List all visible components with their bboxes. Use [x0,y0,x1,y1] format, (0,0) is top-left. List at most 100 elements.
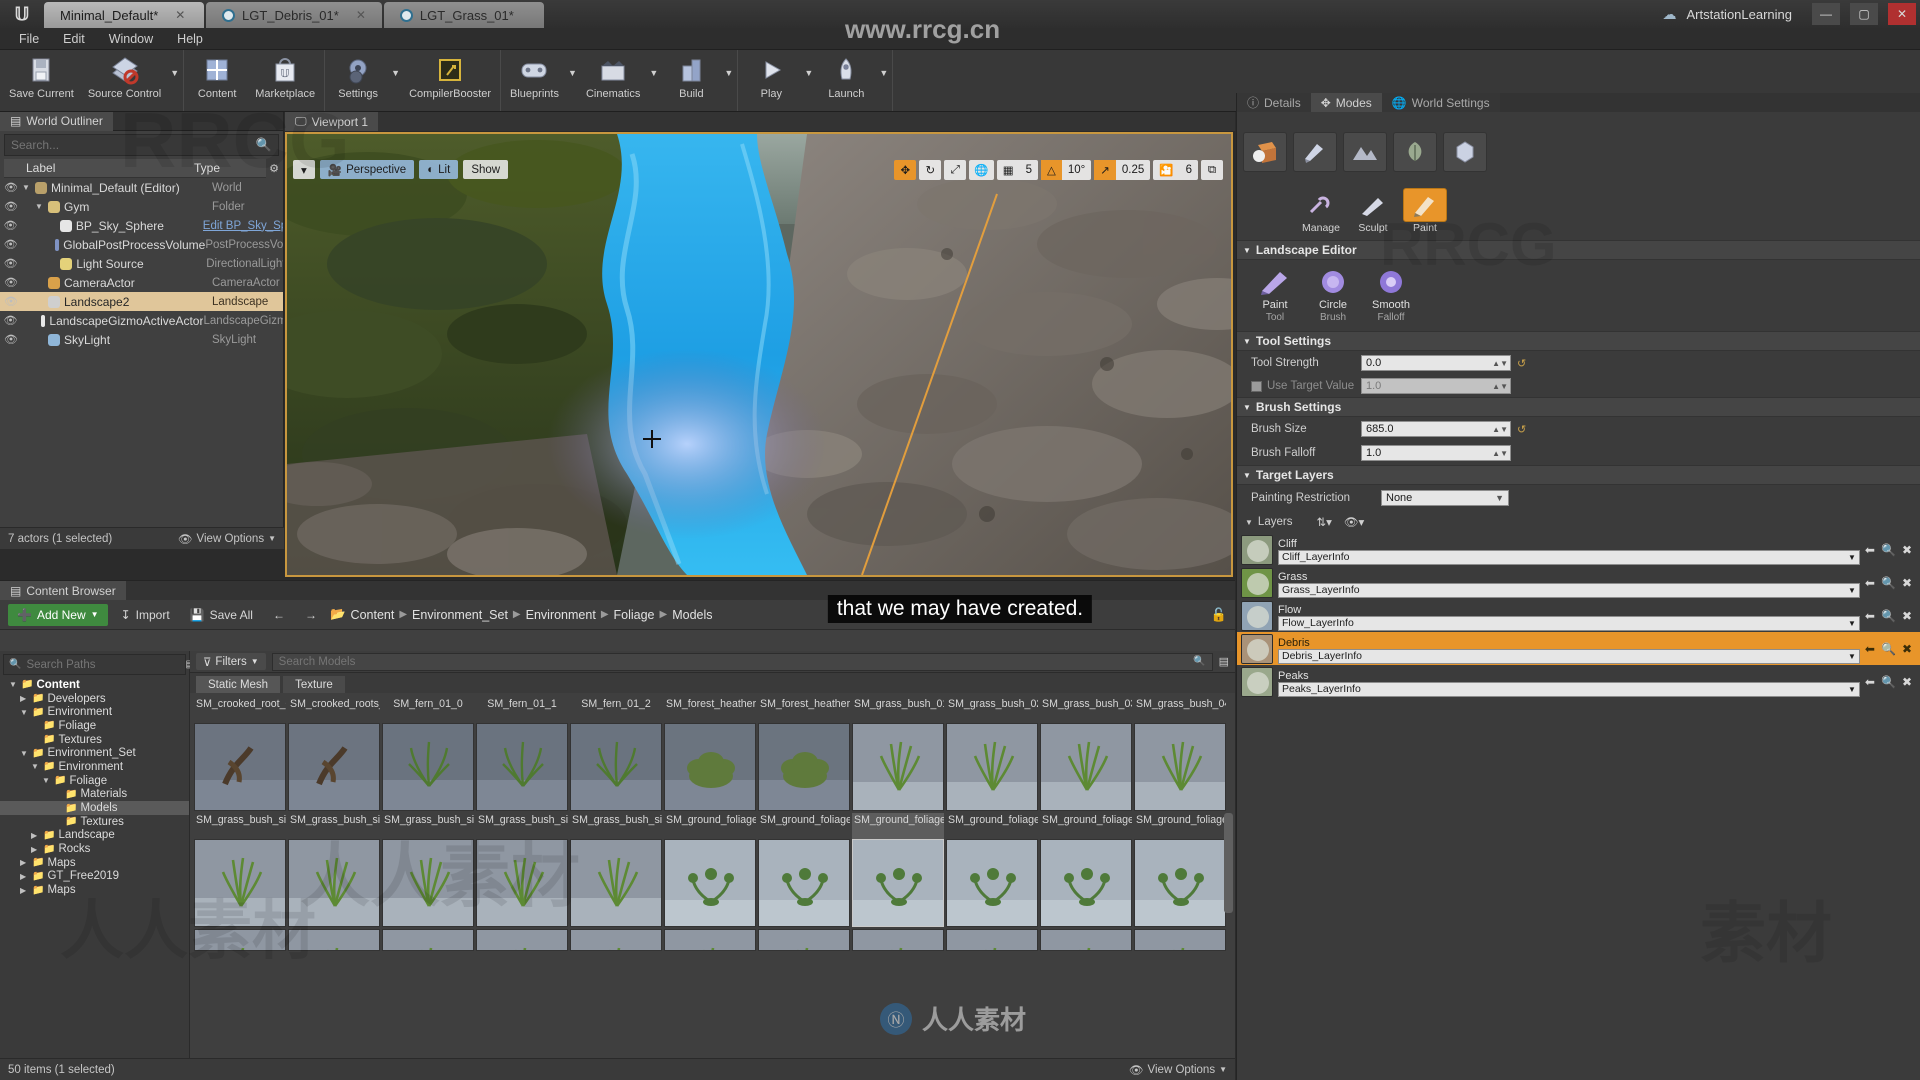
subtab-paint[interactable]: Paint [1401,188,1449,234]
tree-item-models[interactable]: 📁 Models [0,801,189,815]
visibility-eye-icon[interactable]: 👁 [0,314,21,327]
asset-tile[interactable] [288,929,380,951]
layer-thumbnail[interactable] [1241,600,1273,631]
tree-item-maps[interactable]: ▶ 📁 Maps [0,856,189,870]
asset-tile[interactable]: SM_grass_bush_simple_05 [570,813,662,927]
visibility-eye-icon[interactable]: 👁 [0,219,21,232]
outliner-settings-icon[interactable]: ⚙ [269,162,279,175]
asset-thumbnail[interactable] [288,839,380,927]
place-mode-icon[interactable] [1243,132,1287,172]
layer-delete-icon[interactable]: ✖ [1902,543,1912,557]
expander-icon[interactable]: ▼ [1245,518,1253,527]
asset-tile[interactable]: SM_grass_bush_04 [1134,697,1226,811]
tab-viewport-1[interactable]: 🖵 Viewport 1 [285,112,379,131]
asset-thumbnail[interactable] [852,839,944,927]
asset-thumbnail[interactable] [1040,839,1132,927]
asset-tile[interactable]: SM_crooked_root_05 [194,697,286,811]
asset-thumbnail[interactable] [194,723,286,811]
nav-back-button[interactable]: ← [266,604,292,626]
cinematics-button[interactable]: Cinematics [579,50,647,111]
asset-thumbnail[interactable] [946,839,1038,927]
tree-item-gt-free2019[interactable]: ▶ 📁 GT_Free2019 [0,870,189,884]
visibility-eye-icon[interactable]: 👁 [0,181,22,194]
outliner-row-bp-sky-sphere[interactable]: 👁 BP_Sky_Sphere Edit BP_Sky_Sp [0,216,283,235]
column-label[interactable]: Label [4,161,194,175]
reset-to-default-icon[interactable]: ↺ [1517,423,1526,436]
editor-tab-2[interactable]: LGT_Grass_01* [383,2,544,28]
transform-gizmo-icon[interactable]: ✥ [894,160,917,180]
angle-snap-value[interactable]: 10° [1062,160,1091,180]
outliner-row-skylight[interactable]: 👁 SkyLight SkyLight [0,330,283,349]
paths-search[interactable]: 🔍 ▤ [3,654,195,675]
layer-delete-icon[interactable]: ✖ [1902,609,1912,623]
settings-button[interactable]: Settings [327,50,389,111]
grid-snap-group[interactable]: ▦ 5 [996,160,1038,180]
spinner-icon[interactable]: ▲▼ [1492,359,1508,368]
grid-snap-value[interactable]: 5 [1020,160,1038,180]
chevron-down-icon[interactable]: ▼ [389,50,402,111]
visibility-eye-icon[interactable]: 👁 [0,238,21,251]
asset-tile[interactable] [570,929,662,951]
asset-thumbnail[interactable] [476,839,568,927]
menu-help[interactable]: Help [166,30,214,48]
asset-thumbnail[interactable] [946,929,1038,951]
asset-thumbnail[interactable] [852,723,944,811]
target-layer-peaks[interactable]: Peaks Peaks_LayerInfo ▼ ⬅ 🔍 ✖ [1237,665,1920,698]
breadcrumb-item-foliage[interactable]: Foliage [614,608,655,622]
layer-info-dropdown[interactable]: Peaks_LayerInfo ▼ [1278,681,1860,697]
target-layer-debris[interactable]: Debris Debris_LayerInfo ▼ ⬅ 🔍 ✖ [1237,632,1920,665]
camera-speed-icon[interactable]: 🎦 [1153,160,1179,180]
spinner-icon[interactable]: ▲▼ [1492,449,1508,458]
scale-snap-value[interactable]: 0.25 [1116,160,1150,180]
asset-thumbnail[interactable] [758,839,850,927]
paint-mode-icon[interactable] [1293,132,1337,172]
save-all-button[interactable]: 💾 Save All [183,604,260,626]
layer-info-dropdown[interactable]: Flow_LayerInfo ▼ [1278,615,1860,631]
chevron-down-icon[interactable]: ▼ [877,50,890,111]
viewport-canvas[interactable]: ▾ 🎥 Perspective ◐ Lit Show ✥ ↻ ⤢ 🌐 ▦ 5 △… [285,132,1233,577]
asset-tile[interactable] [946,929,1038,951]
outliner-row-type[interactable]: Edit BP_Sky_Sp [203,220,283,232]
close-button[interactable]: ✕ [1888,3,1916,25]
camera-speed-value[interactable]: 6 [1180,160,1198,180]
layer-delete-icon[interactable]: ✖ [1902,675,1912,689]
build-button[interactable]: Build [660,50,722,111]
lock-icon[interactable]: 🔓 [1211,607,1227,623]
tree-item-environment[interactable]: ▼ 📁 Environment [0,760,189,774]
asset-tile[interactable]: SM_grass_bush_03 [1040,697,1132,811]
chevron-down-icon[interactable]: ▼ [168,50,181,111]
tree-item-landscape[interactable]: ▶ 📁 Landscape [0,829,189,843]
outliner-row-light-source[interactable]: 👁 Light Source DirectionalLight [0,254,283,273]
expander-icon[interactable]: ▼ [42,776,51,785]
editor-tab-0[interactable]: Minimal_Default* ✕ [44,2,204,28]
asset-thumbnail[interactable] [382,929,474,951]
column-type[interactable]: Type [194,161,220,175]
asset-thumbnail[interactable] [1040,929,1132,951]
layer-info-dropdown[interactable]: Grass_LayerInfo ▼ [1278,582,1860,598]
tree-item-maps[interactable]: ▶ 📁 Maps [0,883,189,897]
tree-item-developers[interactable]: ▶ 📁 Developers [0,692,189,706]
asset-tile[interactable]: SM_ground_foliage_02_2_SM_ground_foliage… [1040,813,1132,927]
asset-thumbnail[interactable] [382,839,474,927]
asset-tile[interactable] [194,929,286,951]
rotate-gizmo-icon[interactable]: ↻ [919,160,942,180]
chevron-down-icon[interactable]: ▼ [566,50,579,111]
cloud-icon[interactable]: ☁ [1662,6,1676,23]
tree-item-content[interactable]: ▼ 📁 Content [0,678,189,692]
outliner-row-cameraactor[interactable]: 👁 CameraActor CameraActor [0,273,283,292]
tab-world-outliner[interactable]: ▤ World Outliner [0,111,113,131]
viewport-show-button[interactable]: Show [463,160,509,179]
asset-tile[interactable]: SM_ground_foliage_02_1 [946,813,1038,927]
asset-tile[interactable]: SM_forest_heather_simple_01 [758,697,850,811]
expander-icon[interactable]: ▶ [31,845,40,854]
asset-tile[interactable] [664,929,756,951]
angle-snap-group[interactable]: △ 10° [1040,160,1092,180]
asset-tile[interactable]: SM_ground_foliage_03_SM_ground_foliage_0… [1134,813,1226,927]
layers-visibility-icon[interactable]: 👁▾ [1344,515,1364,529]
chevron-down-icon[interactable]: ▼ [647,50,660,111]
breadcrumb-item-content[interactable]: Content [351,608,395,622]
section-tool-settings[interactable]: ▼ Tool Settings [1237,331,1920,351]
visibility-eye-icon[interactable]: 👁 [0,200,22,213]
asset-thumbnail[interactable] [476,723,568,811]
tree-item-textures[interactable]: 📁 Textures [0,733,189,747]
